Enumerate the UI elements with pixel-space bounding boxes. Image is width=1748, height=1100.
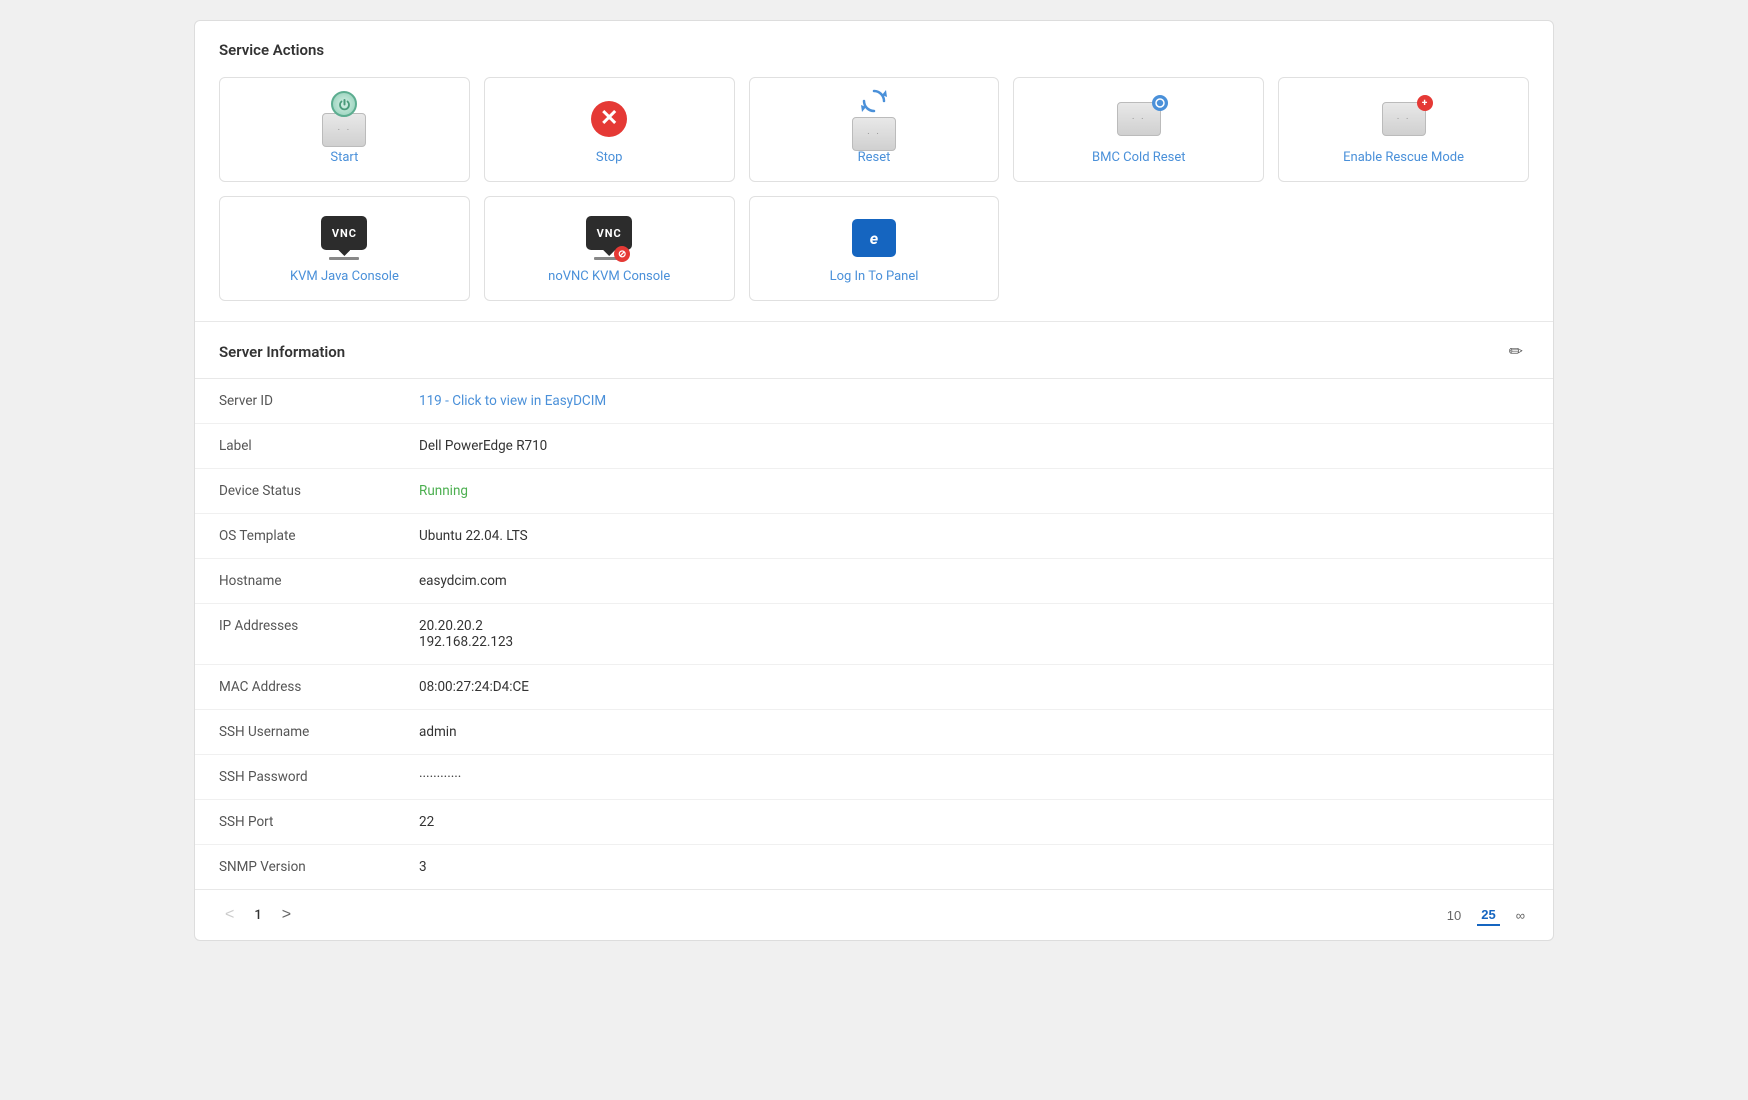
bmc-dot <box>1152 95 1168 111</box>
page-size-controls: 10 25 ∞ <box>1443 905 1529 926</box>
field-value-label: Dell PowerEdge R710 <box>395 424 1553 469</box>
start-label: Start <box>330 150 358 165</box>
table-row: SNMP Version 3 <box>195 845 1553 890</box>
start-icon-wrapper <box>318 98 370 140</box>
bmc-cold-reset-label: BMC Cold Reset <box>1092 150 1186 165</box>
server-info-title: Server Information <box>219 343 345 361</box>
field-value-device-status: Running <box>395 469 1553 514</box>
vnc-badge-novnc: VNC <box>586 216 632 250</box>
panel-icon-wrapper: e <box>848 217 900 259</box>
action-enable-rescue-mode[interactable]: + Enable Rescue Mode <box>1278 77 1529 182</box>
panel-icon: e <box>852 219 896 257</box>
server-box-reset <box>852 117 896 151</box>
reset-icon <box>857 87 891 115</box>
action-reset[interactable]: Reset <box>749 77 1000 182</box>
field-label-device-status: Device Status <box>195 469 395 514</box>
field-label-snmp-version: SNMP Version <box>195 845 395 890</box>
field-value-hostname: easydcim.com <box>395 559 1553 604</box>
table-row: MAC Address 08:00:27:24:D4:CE <box>195 665 1553 710</box>
chevron-right-icon: > <box>282 906 291 924</box>
table-row: IP Addresses 20.20.20.2 192.168.22.123 <box>195 604 1553 665</box>
field-label-ssh-password: SSH Password <box>195 755 395 800</box>
service-actions-section: Service Actions Star <box>195 21 1553 321</box>
log-in-panel-label: Log In To Panel <box>830 269 919 284</box>
kvm-icon-wrapper: VNC <box>318 217 370 259</box>
bmc-dot-icon <box>1155 98 1165 108</box>
field-label-ssh-username: SSH Username <box>195 710 395 755</box>
bmc-icon-wrapper <box>1113 98 1165 140</box>
page-controls: < 1 > <box>219 902 297 928</box>
ip-address-1: 20.20.20.2 <box>419 618 1529 634</box>
ip-address-2: 192.168.22.123 <box>419 634 1529 650</box>
field-value-snmp-version: 3 <box>395 845 1553 890</box>
table-row: Server ID 119 - Click to view in EasyDCI… <box>195 379 1553 424</box>
table-row: SSH Port 22 <box>195 800 1553 845</box>
field-value-ip-addresses: 20.20.20.2 192.168.22.123 <box>395 604 1553 665</box>
actions-grid-row1: Start ✕ Stop <box>219 77 1529 182</box>
field-value-ssh-password: ············ <box>395 755 1553 800</box>
field-value-ssh-username: admin <box>395 710 1553 755</box>
page-size-25[interactable]: 25 <box>1477 905 1499 926</box>
stop-icon: ✕ <box>591 101 627 137</box>
empty-cell-1 <box>1013 196 1264 301</box>
action-log-in-panel[interactable]: e Log In To Panel <box>749 196 1000 301</box>
field-label-mac: MAC Address <box>195 665 395 710</box>
server-box-start <box>322 113 366 147</box>
vnc-stand <box>329 257 359 260</box>
field-label-hostname: Hostname <box>195 559 395 604</box>
field-label-ip-addresses: IP Addresses <box>195 604 395 665</box>
chevron-left-icon: < <box>225 906 234 924</box>
vnc-tip <box>338 250 350 256</box>
status-badge: Running <box>419 483 468 499</box>
table-row: Label Dell PowerEdge R710 <box>195 424 1553 469</box>
server-id-link[interactable]: 119 - Click to view in EasyDCIM <box>419 393 606 409</box>
vnc-badge-kvm: VNC <box>321 216 367 250</box>
stop-label: Stop <box>596 150 623 165</box>
table-row: OS Template Ubuntu 22.04. LTS <box>195 514 1553 559</box>
service-actions-title: Service Actions <box>219 41 1529 59</box>
empty-cell-2 <box>1278 196 1529 301</box>
actions-grid-row2: VNC KVM Java Console VNC ⊘ <box>219 196 1529 301</box>
table-row: SSH Password ············ <box>195 755 1553 800</box>
field-label-ssh-port: SSH Port <box>195 800 395 845</box>
field-label-os-template: OS Template <box>195 514 395 559</box>
action-stop[interactable]: ✕ Stop <box>484 77 735 182</box>
field-value-mac: 08:00:27:24:D4:CE <box>395 665 1553 710</box>
field-value-server-id: 119 - Click to view in EasyDCIM <box>395 379 1553 424</box>
action-start[interactable]: Start <box>219 77 470 182</box>
reset-icon-wrapper <box>848 98 900 140</box>
server-info-table: Server ID 119 - Click to view in EasyDCI… <box>195 378 1553 889</box>
action-kvm-java-console[interactable]: VNC KVM Java Console <box>219 196 470 301</box>
novnc-kvm-console-label: noVNC KVM Console <box>548 269 670 284</box>
server-info-header: Server Information ✏ <box>195 322 1553 378</box>
rescue-dot: + <box>1417 95 1433 111</box>
power-icon <box>338 98 351 111</box>
rescue-icon-wrapper: + <box>1378 98 1430 140</box>
enable-rescue-mode-label: Enable Rescue Mode <box>1343 150 1464 165</box>
field-value-ssh-port: 22 <box>395 800 1553 845</box>
page-size-all[interactable]: ∞ <box>1512 906 1529 925</box>
next-page-button[interactable]: > <box>276 902 297 928</box>
table-row: Hostname easydcim.com <box>195 559 1553 604</box>
page-size-10[interactable]: 10 <box>1443 906 1465 925</box>
field-value-os-template: Ubuntu 22.04. LTS <box>395 514 1553 559</box>
prev-page-button[interactable]: < <box>219 902 240 928</box>
main-container: Service Actions Star <box>194 20 1554 941</box>
field-label-server-id: Server ID <box>195 379 395 424</box>
current-page: 1 <box>248 906 267 925</box>
stop-icon-wrapper: ✕ <box>583 98 635 140</box>
action-novnc-kvm-console[interactable]: VNC ⊘ noVNC KVM Console <box>484 196 735 301</box>
pagination: < 1 > 10 25 ∞ <box>195 889 1553 940</box>
novnc-cancel-icon: ⊘ <box>614 246 630 262</box>
edit-button[interactable]: ✏ <box>1503 340 1529 364</box>
action-bmc-cold-reset[interactable]: BMC Cold Reset <box>1013 77 1264 182</box>
reset-label: Reset <box>858 150 891 165</box>
server-info-section: Server Information ✏ Server ID 119 - Cli… <box>195 322 1553 889</box>
field-label-label: Label <box>195 424 395 469</box>
novnc-icon-wrapper: VNC ⊘ <box>583 217 635 259</box>
table-row: Device Status Running <box>195 469 1553 514</box>
table-row: SSH Username admin <box>195 710 1553 755</box>
kvm-java-console-label: KVM Java Console <box>290 269 399 284</box>
